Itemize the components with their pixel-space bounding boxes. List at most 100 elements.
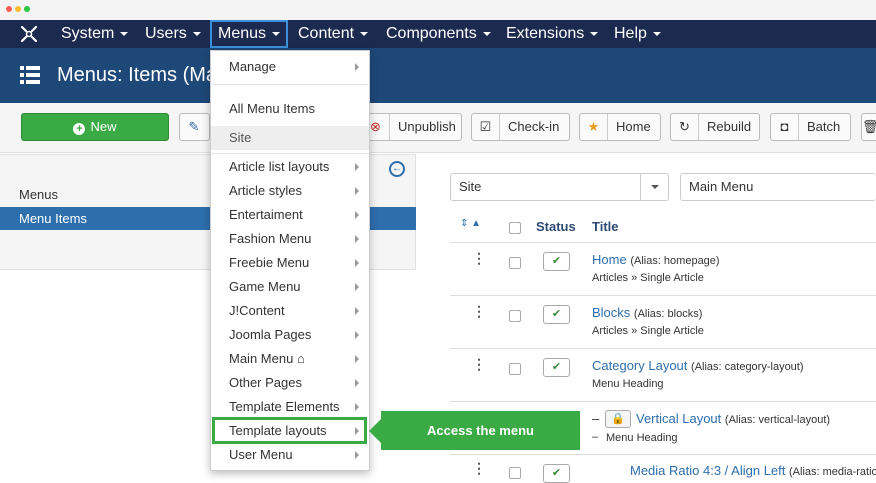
nav-content-label: Content: [298, 25, 355, 42]
published-status-icon[interactable]: ✔: [543, 358, 570, 377]
star-icon: ★: [580, 114, 608, 140]
unpublish-button[interactable]: ⊗ Unpublish: [361, 113, 462, 141]
dropdown-header-site: Site: [211, 126, 369, 150]
batch-icon: ◘: [771, 114, 799, 140]
drag-handle-icon[interactable]: ⋮: [472, 356, 486, 373]
chevron-right-icon: [355, 379, 359, 387]
checkin-button[interactable]: ☑ Check-in: [471, 113, 570, 141]
checkbox-icon: ☑: [472, 114, 500, 140]
new-button-label: New: [90, 119, 117, 134]
home-label: Home: [616, 119, 651, 134]
item-alias: (Alias: vertical-layout): [724, 414, 831, 426]
status-column-header[interactable]: Status: [536, 219, 576, 234]
caret-down-icon: [192, 31, 201, 36]
new-button[interactable]: + New: [21, 113, 169, 141]
dropdown-item-manage[interactable]: Manage: [211, 55, 369, 79]
published-status-icon[interactable]: ✔: [543, 464, 570, 483]
dropdown-item-entertaiment[interactable]: Entertaiment: [211, 203, 369, 227]
dropdown-item-jcontent[interactable]: J!Content: [211, 299, 369, 323]
collapse-sidebar-icon[interactable]: ←: [389, 161, 405, 177]
drag-handle-icon[interactable]: ⋮: [472, 460, 486, 477]
nav-users-label: Users: [145, 25, 187, 42]
dropdown-item-joomla-pages[interactable]: Joomla Pages: [211, 323, 369, 347]
dropdown-divider: [211, 84, 369, 85]
rebuild-button[interactable]: ↻ Rebuild: [670, 113, 760, 141]
dropdown-item-label: Article styles: [229, 183, 302, 198]
title-column-header[interactable]: Title: [592, 219, 619, 234]
caret-down-icon: [360, 31, 369, 36]
batch-button[interactable]: ◘ Batch: [770, 113, 851, 141]
chevron-right-icon: [355, 187, 359, 195]
dropdown-item-label: Fashion Menu: [229, 231, 312, 246]
sort-ordering-icon[interactable]: ⇕ ▲: [460, 218, 481, 229]
sidebar-item-label: Menus: [19, 187, 59, 202]
dropdown-item-label: Main Menu: [229, 351, 294, 366]
menu-select[interactable]: Main Menu: [680, 173, 876, 201]
trash-button[interactable]: 🗑: [861, 113, 876, 141]
published-status-icon[interactable]: ✔: [543, 305, 570, 324]
dropdown-item-other-pages[interactable]: Other Pages: [211, 371, 369, 395]
page-title: Menus: Items (Ma: [57, 64, 218, 86]
drag-handle-icon[interactable]: ⋮: [472, 250, 486, 267]
dropdown-item-game-menu[interactable]: Game Menu: [211, 275, 369, 299]
nav-extensions[interactable]: Extensions: [506, 20, 599, 48]
close-window-icon[interactable]: [6, 6, 12, 12]
minimize-window-icon[interactable]: [15, 6, 21, 12]
caret-down-icon: [590, 31, 599, 36]
item-type: Articles » Single Article: [592, 325, 704, 337]
item-alias: (Alias: media-ratio...: [789, 466, 876, 478]
chevron-right-icon: [355, 283, 359, 291]
row-checkbox[interactable]: [509, 363, 521, 375]
edit-button[interactable]: ✎: [179, 113, 210, 141]
lock-icon[interactable]: 🔒: [605, 410, 631, 428]
window-chrome: [0, 0, 876, 20]
nav-components[interactable]: Components: [386, 20, 491, 48]
item-alias: (Alias: category-layout): [691, 361, 804, 373]
nav-content[interactable]: Content: [298, 20, 369, 48]
chevron-right-icon: [355, 355, 359, 363]
client-select[interactable]: Site: [450, 173, 669, 201]
nav-users[interactable]: Users: [145, 20, 201, 48]
dropdown-item-main-menu[interactable]: Main Menu ⌂: [211, 347, 369, 371]
chevron-right-icon: [355, 403, 359, 411]
dropdown-item-article-styles[interactable]: Article styles: [211, 179, 369, 203]
row-checkbox[interactable]: [509, 257, 521, 269]
dropdown-item-fashion-menu[interactable]: Fashion Menu: [211, 227, 369, 251]
nav-menus-label: Menus: [218, 25, 267, 42]
item-title-link[interactable]: Home: [592, 252, 627, 267]
chevron-right-icon: [355, 211, 359, 219]
dropdown-header-label: Site: [229, 130, 252, 145]
item-alias: (Alias: blocks): [633, 308, 703, 320]
nav-help[interactable]: Help: [614, 20, 661, 48]
item-title-link[interactable]: Vertical Layout: [636, 411, 721, 426]
item-title-link[interactable]: Blocks: [592, 305, 630, 320]
published-status-icon[interactable]: ✔: [543, 252, 570, 271]
row-checkbox[interactable]: [509, 310, 521, 322]
home-button[interactable]: ★ Home: [579, 113, 661, 141]
row-checkbox[interactable]: [509, 467, 521, 479]
joomla-logo-icon[interactable]: [20, 25, 38, 43]
item-alias: (Alias: homepage): [630, 255, 720, 267]
dropdown-item-article-list-layouts[interactable]: Article list layouts: [211, 155, 369, 179]
unpublish-label: Unpublish: [398, 119, 456, 134]
dropdown-item-user-menu[interactable]: User Menu: [211, 443, 369, 467]
select-all-checkbox[interactable]: [509, 222, 521, 234]
nav-help-label: Help: [614, 25, 647, 42]
level-prefix: –: [592, 431, 599, 443]
drag-handle-icon[interactable]: ⋮: [472, 303, 486, 320]
dropdown-item-all-menu-items[interactable]: All Menu Items: [211, 97, 369, 121]
trash-icon: 🗑: [862, 119, 876, 134]
maximize-window-icon[interactable]: [24, 6, 30, 12]
dropdown-item-label: Template Elements: [229, 399, 340, 414]
dropdown-item-label: Other Pages: [229, 375, 302, 390]
nav-system[interactable]: System: [61, 20, 129, 48]
dropdown-item-template-elements[interactable]: Template Elements: [211, 395, 369, 419]
checkin-label: Check-in: [508, 119, 560, 134]
nav-menus[interactable]: Menus: [210, 20, 289, 48]
dropdown-item-freebie-menu[interactable]: Freebie Menu: [211, 251, 369, 275]
chevron-right-icon: [355, 331, 359, 339]
home-icon: ⌂: [296, 351, 305, 366]
dropdown-item-label: Freebie Menu: [229, 255, 310, 270]
item-title-link[interactable]: Category Layout: [592, 358, 687, 373]
table-row: Vertical Layout (Alias: vertical-layout): [636, 411, 830, 426]
